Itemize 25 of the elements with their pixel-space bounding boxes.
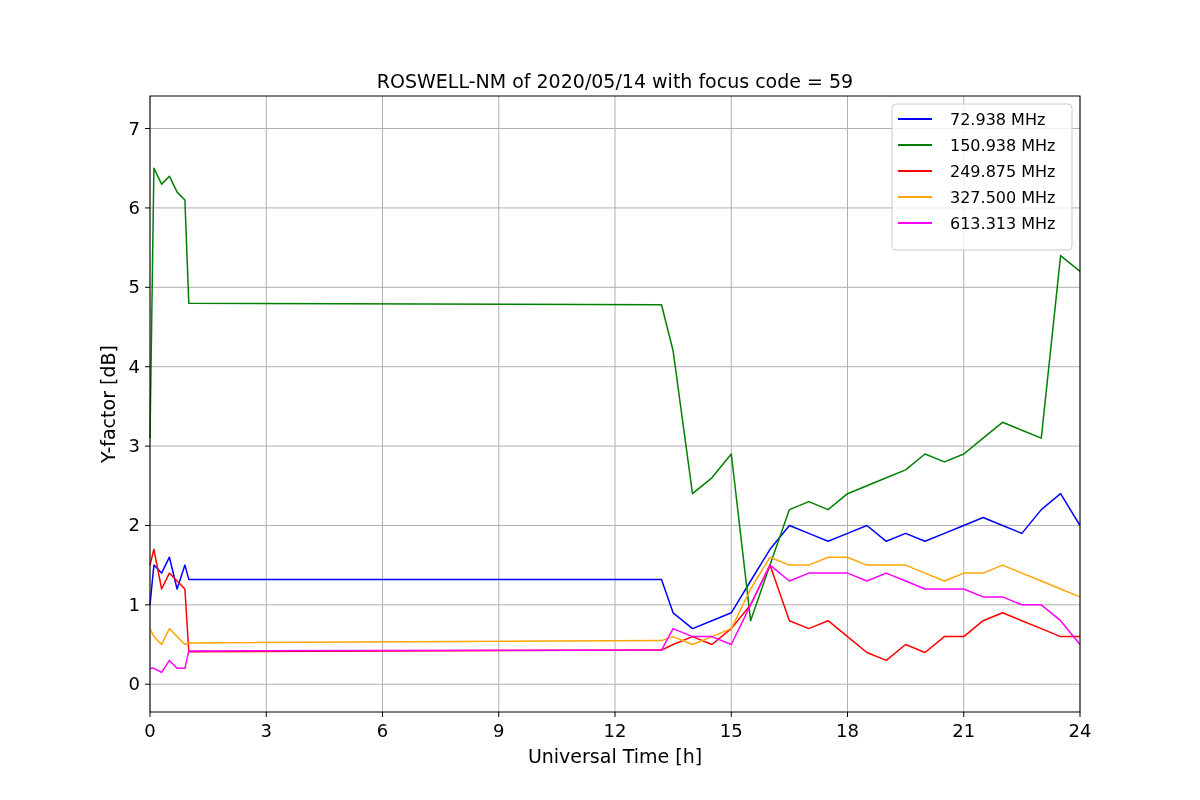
- y-tick-label: 4: [128, 355, 140, 377]
- y-tick-label: 1: [128, 593, 140, 615]
- y-tick-label: 7: [128, 117, 140, 139]
- legend-label: 327.500 MHz: [950, 188, 1056, 207]
- x-tick-label: 24: [1068, 720, 1092, 741]
- legend-label: 72.938 MHz: [950, 110, 1046, 129]
- x-tick-label: 0: [144, 720, 156, 741]
- y-tick-label: 5: [128, 276, 140, 298]
- x-tick-label: 12: [603, 720, 627, 741]
- y-tick-label: 6: [128, 196, 140, 218]
- x-tick-label: 18: [836, 720, 859, 741]
- x-tick-label: 15: [719, 720, 743, 741]
- y-axis-label: Y-factor [dB]: [97, 345, 119, 463]
- x-tick-label: 9: [493, 720, 505, 741]
- y-tick-label: 2: [128, 514, 140, 536]
- y-tick-label: 0: [128, 673, 140, 695]
- x-axis-label: Universal Time [h]: [527, 745, 703, 767]
- y-tick-label: 3: [128, 435, 140, 457]
- x-tick-label: 21: [952, 720, 976, 741]
- legend-label: 249.875 MHz: [950, 162, 1056, 181]
- x-tick-label: 6: [376, 720, 389, 741]
- legend-label: 150.938 MHz: [950, 136, 1056, 155]
- legend-label: 613.313 MHz: [950, 214, 1056, 233]
- x-tick-label: 3: [260, 720, 272, 741]
- chart-title: ROSWELL-NM of 2020/05/14 with focus code = 59: [376, 70, 854, 92]
